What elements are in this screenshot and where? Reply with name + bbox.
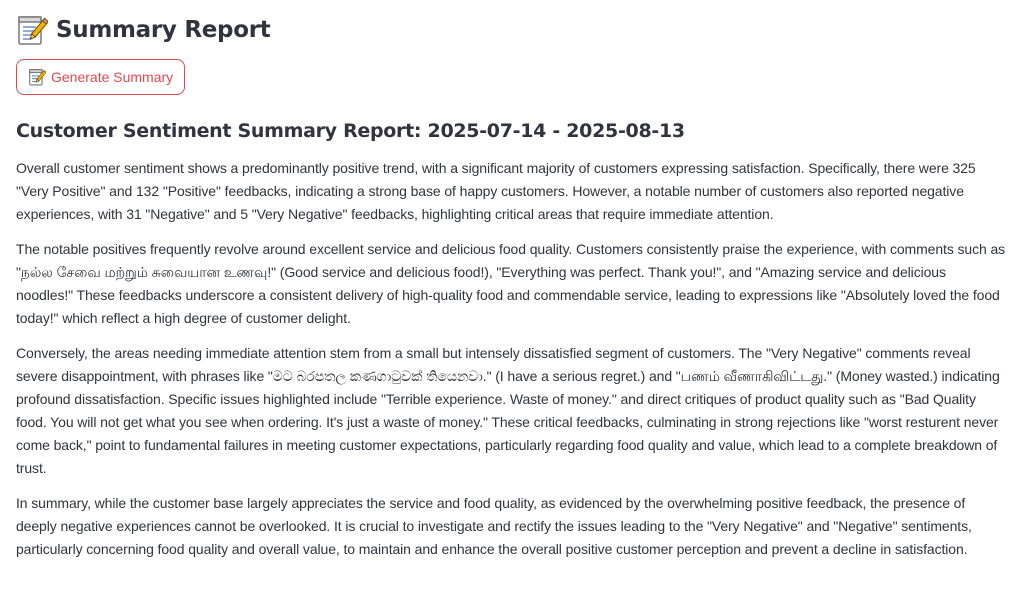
- report-heading: Customer Sentiment Summary Report: 2025-…: [16, 120, 685, 142]
- generate-summary-label: Generate Summary: [51, 69, 174, 85]
- report-paragraph: In summary, while the customer base larg…: [16, 495, 972, 557]
- generate-summary-button[interactable]: Generate Summary: [16, 59, 186, 95]
- report-paragraph: The notable positives frequently revolve…: [16, 241, 1006, 326]
- page-title: Summary Report: [56, 17, 271, 43]
- page: Summary Report Generate Summary Customer…: [0, 0, 1025, 593]
- report-paragraph: Conversely, the areas needing immediate …: [16, 345, 1000, 476]
- title-row: Summary Report: [16, 12, 1009, 48]
- memo-icon: [16, 14, 49, 46]
- report-body: Overall customer sentiment shows a predo…: [16, 157, 1006, 561]
- memo-icon: [28, 68, 47, 86]
- report-paragraph: Overall customer sentiment shows a predo…: [16, 160, 976, 222]
